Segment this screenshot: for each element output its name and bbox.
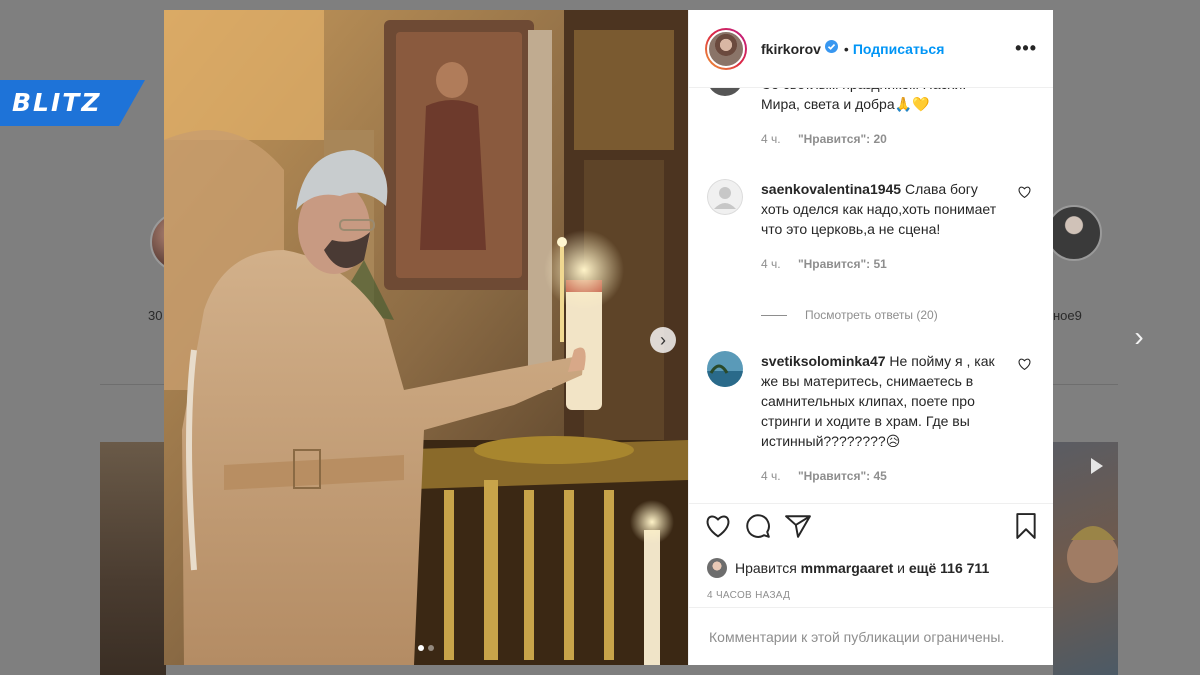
comment-item: saenkovalentina1945 Слава богу хоть одел… [705,179,1037,299]
comment-avatar-image [707,351,743,387]
save-bookmark-icon[interactable] [1015,513,1037,544]
author-avatar[interactable] [705,27,747,70]
comment-meta: 4 ч. "Нравится": 20 [761,132,1007,146]
next-photo-button[interactable]: › [650,327,676,353]
comment-likes[interactable]: "Нравится": 51 [798,257,887,271]
post-header: fkirkorov • Подписаться ••• [689,10,1053,88]
default-avatar-icon [707,179,743,215]
comment-time[interactable]: 4 ч. [761,132,781,146]
post-modal: › fkirkorov • Подписаться ••• Мира, свет… [164,10,1053,665]
view-replies-line [761,314,787,316]
comment-meta: 4 ч. "Нравится": 51 [761,257,1007,271]
carousel-dots [164,645,688,651]
author-username[interactable]: fkirkorov [761,41,821,57]
background-grid-tile[interactable] [100,442,166,675]
background-grid-tile[interactable] [1053,442,1118,675]
carousel-dot [428,645,434,651]
follow-button[interactable]: Подписаться [853,41,945,57]
comment-body: saenkovalentina1945 Слава богу хоть одел… [761,179,1007,271]
comment-time[interactable]: 4 ч. [761,257,781,271]
like-heart-icon[interactable] [705,514,731,543]
author-avatar-image [707,29,745,68]
likes-summary: Нравится mmmargaaret и ещё 116 711 [689,553,1053,583]
likes-prefix: Нравится [735,560,797,576]
background-story-label: 30 [148,308,163,323]
comment-avatar[interactable] [707,179,743,215]
post-side-panel: fkirkorov • Подписаться ••• Со светлым п… [688,10,1053,665]
post-photo[interactable]: › [164,10,688,665]
post-timestamp[interactable]: 4 ЧАСОВ НАЗАД [689,583,1053,607]
like-comment-heart-icon[interactable] [1018,357,1031,375]
background-tile-image [1067,458,1118,583]
comment-avatar[interactable] [707,351,743,387]
comment-likes[interactable]: "Нравится": 20 [798,132,887,146]
likes-count-link[interactable]: ещё 116 711 [909,560,989,576]
liker-avatar[interactable] [707,558,727,578]
comment-meta: 4 ч. "Нравится": 45 [761,469,1007,483]
comment-text: saenkovalentina1945 Слава богу хоть одел… [761,179,1007,239]
comment-avatar[interactable] [707,88,743,96]
likes-connector: и [897,560,905,576]
church-scene-image [164,10,688,665]
comment-username[interactable]: saenkovalentina1945 [761,181,901,197]
comment-body: Со светлым праздником Пасхи! Мира, света… [761,88,1007,146]
comments-list[interactable]: Со светлым праздником Пасхи! Мира, света… [689,88,1053,503]
view-replies-label: Посмотреть ответы (20) [805,308,938,322]
share-paper-plane-icon[interactable] [785,514,811,543]
comment-likes[interactable]: "Нравится": 45 [798,469,887,483]
view-replies-button[interactable]: Посмотреть ответы (20) [761,308,938,322]
comment-item: Со светлым праздником Пасхи! Мира, света… [705,88,1037,184]
comment-time[interactable]: 4 ч. [761,469,781,483]
comment-username[interactable]: svetiksolominka47 [761,353,886,369]
background-next-arrow[interactable]: › [1128,322,1150,352]
verified-badge-icon [824,39,838,58]
liker-username[interactable]: mmmargaaret [801,560,894,576]
carousel-dot [418,645,424,651]
comment-body: svetiksolominka47 Не пойму я , как же вы… [761,351,1007,483]
comments-limited-notice: Комментарии к этой публикации ограничены… [689,607,1053,665]
comment-item: svetiksolominka47 Не пойму я , как же вы… [705,351,1037,501]
background-story-label: ное9 [1053,308,1082,323]
like-comment-heart-icon[interactable] [1018,185,1031,203]
comment-text: svetiksolominka47 Не пойму я , как же вы… [761,351,1007,451]
header-separator: • [843,40,849,57]
blitz-logo-text: BLITZ [12,88,102,117]
more-options-icon[interactable]: ••• [1015,38,1037,59]
comment-bubble-icon[interactable] [745,513,771,544]
background-story-avatar[interactable] [1046,205,1102,261]
post-actions [689,503,1053,553]
comment-text: Со светлым праздником Пасхи! Мира, света… [761,88,966,112]
